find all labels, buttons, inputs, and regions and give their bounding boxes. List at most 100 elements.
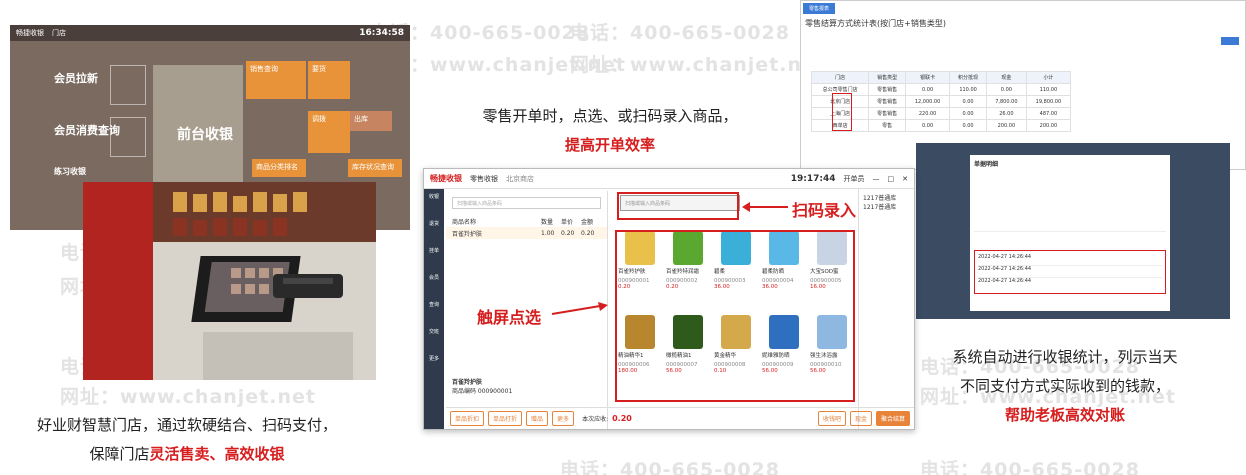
gift-button[interactable]: 赠品 [526, 411, 549, 426]
report-cell: 0.00 [904, 83, 951, 96]
report-col-cash: 现金 [985, 71, 1027, 84]
report-cell: 零售 [868, 119, 906, 132]
detail-title: 单据明细 [974, 161, 999, 168]
cart-row[interactable]: 百雀羚护肤 1.00 0.20 0.20 [446, 227, 607, 239]
report-cell: 110.00 [949, 83, 987, 96]
tile-outbound[interactable]: 出库 [350, 111, 392, 131]
store-photo [83, 182, 376, 380]
sidenav-item[interactable]: 退货 [424, 216, 444, 243]
left-caption-line2: 保障门店灵活售卖、高效收银 [12, 443, 362, 464]
pos-sidenav: 收银 退货 挂单 会员 查询 交班 更多 [424, 189, 444, 429]
tile-product-rank[interactable]: 商品分类排名 [252, 159, 306, 177]
cart-search-input[interactable]: 扫描或输入商品条码 [452, 197, 601, 209]
report-cell: 19,800.00 [1025, 95, 1072, 108]
tile-inventory-query[interactable]: 库存状况查询 [348, 159, 402, 177]
sidenav-item[interactable]: 会员 [424, 270, 444, 297]
pos-bottombar: 单品折扣 单品打折 赠品 更多 本次应收: 0.20 收钱吧 现金 聚合结算 [446, 407, 914, 429]
cash-button[interactable]: 现金 [849, 411, 872, 426]
report-cell: 26.00 [985, 107, 1027, 120]
tile-practice[interactable]: 练习收银 [50, 163, 90, 180]
report-cell: 0.00 [985, 83, 1027, 96]
more-button[interactable]: 更多 [552, 411, 575, 426]
cart-header: 商品名称 数量 单价 金额 [446, 215, 607, 227]
sidenav-item[interactable]: 收银 [424, 189, 444, 216]
app-name: 畅捷收银 [16, 29, 44, 37]
pos-titlebar: 畅捷收银 零售收银 北京商店 19:17:44 开单员 — □ ✕ [424, 169, 914, 189]
detail-header-fields [974, 172, 1166, 232]
pos-caption-line: 零售开单时，点选、或扫码录入商品， [482, 107, 738, 125]
shouqianba-button[interactable]: 收钱吧 [817, 411, 846, 426]
cart-col-name: 商品名称 [452, 218, 477, 226]
minimize-icon[interactable]: — [873, 175, 880, 183]
left-caption: 好业财智慧门店，通过软硬结合、扫码支付， 保障门店灵活售卖、高效收银 [12, 414, 362, 464]
settle-button[interactable]: 聚合结算 [875, 411, 910, 426]
payment-row: 2022-04-27 14:26:44 [978, 266, 1162, 278]
cart-item-amount: 0.20 [581, 229, 595, 237]
report-tab[interactable]: 零售报表 [803, 3, 836, 14]
cart-item-name: 百雀羚护肤 [452, 230, 483, 238]
item-discount-button[interactable]: 单品折扣 [450, 411, 485, 426]
pos-caption-highlight: 提高开单效率 [564, 136, 655, 154]
report-cell: 0.00 [949, 119, 987, 132]
warehouse-item[interactable]: 1217普通库 [863, 193, 910, 202]
tile-member-pull[interactable]: 会员拉新 [50, 67, 102, 89]
report-cell: 7,800.00 [985, 95, 1027, 108]
payment-list: 2022-04-27 14:26:44 2022-04-27 14:26:44 … [974, 250, 1166, 294]
home-clock: 16:34:58 [359, 28, 404, 38]
pos-clock: 19:17:44 [790, 173, 836, 184]
right-caption: 系统自动进行收银统计，列示当天 不同支付方式实际收到的钱款， 帮助老板高效对账 [920, 346, 1210, 425]
store-selector[interactable]: 门店 [52, 28, 66, 38]
report-header-row: 门店 销售类型 银联卡 积分抵现 现金 小计 [810, 71, 1072, 84]
pos-app-name: 畅捷收银 [430, 174, 462, 183]
report-highlight-box [832, 93, 852, 131]
item-rate-button[interactable]: 单品打折 [488, 411, 523, 426]
pos-user[interactable]: 开单员 [844, 174, 865, 184]
selected-item-info: 百雀羚护肤 商品编码 000900001 [452, 377, 512, 395]
report-col-type: 销售类型 [868, 71, 906, 84]
detail-dialog: 单据明细 2022-04-27 14:26:44 2022-04-27 14:2… [970, 155, 1170, 311]
report-cell: 零售销售 [868, 83, 906, 96]
report-cell: 200.00 [985, 119, 1027, 132]
search-doc-icon [110, 117, 146, 157]
tile-front-cashier[interactable]: 前台收银 [173, 121, 237, 147]
cart-item-qty[interactable]: 1.00 [541, 230, 561, 237]
left-caption-line1: 好业财智慧门店，通过软硬结合、扫码支付， [36, 416, 337, 434]
detail-screenshot: 单据明细 2022-04-27 14:26:44 2022-04-27 14:2… [916, 143, 1230, 319]
report-cell: 12,000.00 [904, 95, 951, 108]
report-cell: 0.00 [949, 107, 987, 120]
report-cell: 487.00 [1025, 107, 1072, 120]
pos-store[interactable]: 北京商店 [506, 174, 534, 184]
sidenav-item[interactable]: 交班 [424, 324, 444, 351]
cart-col-qty: 数量 [541, 218, 554, 226]
left-caption-prefix: 保障门店 [89, 445, 150, 463]
cart-item-price: 0.20 [561, 229, 575, 237]
watermark-site: 网址：www.chanjet.net [60, 386, 316, 408]
pos-module: 零售收银 [470, 174, 498, 183]
selected-item-code: 商品编码 000900001 [452, 388, 513, 395]
watermark-phone: 电话：400-665-0028 [570, 22, 790, 44]
sidenav-item[interactable]: 查询 [424, 297, 444, 324]
cart-col-amount: 金额 [581, 218, 594, 226]
maximize-icon[interactable]: □ [888, 175, 895, 183]
scan-highlight-box [617, 192, 739, 220]
scan-label: 扫码录入 [792, 201, 857, 220]
tile-transfer[interactable]: 调拨 [308, 111, 350, 153]
sidenav-item[interactable]: 挂单 [424, 243, 444, 270]
right-caption-line1: 系统自动进行收银统计，列示当天 [952, 348, 1178, 366]
arrow-left-icon [742, 202, 788, 212]
query-button[interactable] [1221, 37, 1239, 45]
left-caption-highlight: 灵活售卖、高效收银 [149, 445, 285, 463]
report-cell: 220.00 [904, 107, 951, 120]
cart-col-price: 单价 [561, 218, 574, 226]
arrow-right-icon [551, 302, 608, 315]
close-icon[interactable]: ✕ [902, 175, 908, 183]
report-cell: 0.00 [904, 119, 951, 132]
tile-sales-query[interactable]: 销售查询 [246, 61, 306, 99]
warehouse-item[interactable]: 1217普通库 [863, 202, 910, 211]
report-col-subtotal: 小计 [1025, 71, 1072, 84]
sidenav-item[interactable]: 更多 [424, 351, 444, 378]
warehouse-column: 1217普通库 1217普通库 [858, 189, 914, 429]
tile-requisition[interactable]: 要货 [308, 61, 350, 99]
total-label: 本次应收: [582, 416, 609, 423]
watermark-site: 网址：www.chanjet.net [570, 54, 826, 76]
